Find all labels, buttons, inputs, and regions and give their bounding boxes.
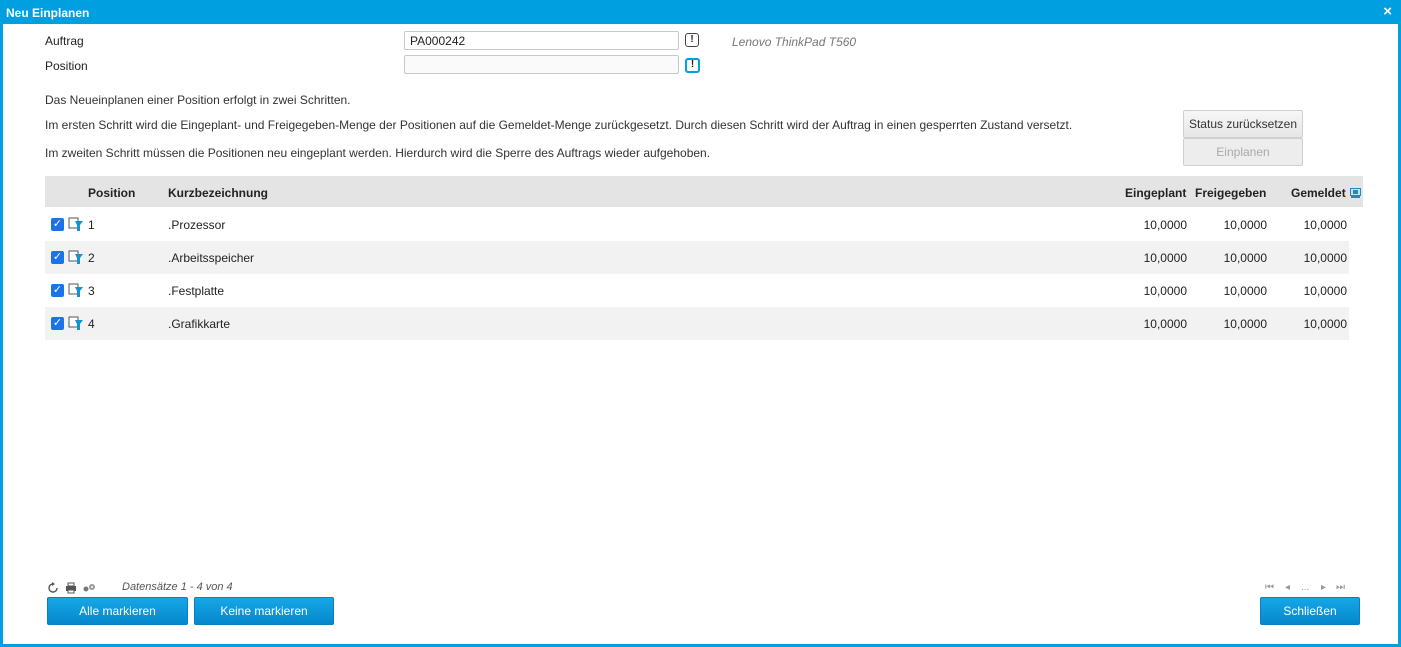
row-checkbox[interactable]: ✓ — [51, 317, 64, 330]
column-header-gemeldet[interactable]: Gemeldet — [1291, 186, 1346, 200]
cell-eingeplant: 10,0000 — [1143, 284, 1187, 298]
row-checkbox[interactable]: ✓ — [51, 251, 64, 264]
pager-last-icon[interactable]: ⏭ — [1336, 582, 1345, 593]
auftrag-field[interactable]: PA000242 — [404, 31, 679, 50]
print-icon[interactable] — [65, 582, 77, 594]
dialog-neu-einplanen: Neu Einplanen × Auftrag PA000242 ! Lenov… — [0, 0, 1401, 647]
info-line-3: Im zweiten Schritt müssen die Positionen… — [45, 146, 711, 160]
cell-freigegeben: 10,0000 — [1223, 251, 1267, 265]
position-required-icon[interactable]: ! — [685, 58, 700, 73]
auftrag-description: Lenovo ThinkPad T560 — [732, 35, 857, 49]
table-row[interactable]: ✓ 2 .Arbeitsspeicher 10,0000 10,0000 10,… — [45, 241, 1349, 274]
table-row[interactable]: ✓ 3 .Festplatte 10,0000 10,0000 10,0000 — [45, 274, 1349, 307]
table-row[interactable]: ✓ 1 .Prozessor 10,0000 10,0000 10,0000 — [45, 208, 1349, 241]
status-reset-button[interactable]: Status zurücksetzen — [1183, 110, 1303, 138]
cell-kurzbezeichnung: .Prozessor — [168, 218, 226, 232]
cell-kurzbezeichnung: .Arbeitsspeicher — [168, 251, 255, 265]
cell-position: 3 — [88, 284, 95, 298]
einplanen-button[interactable]: Einplanen — [1183, 138, 1303, 166]
pager-next-icon[interactable]: ▸ — [1321, 582, 1326, 593]
cell-freigegeben: 10,0000 — [1223, 218, 1267, 232]
column-chooser-icon[interactable] — [1350, 187, 1361, 198]
position-label: Position — [45, 59, 88, 73]
cell-freigegeben: 10,0000 — [1223, 284, 1267, 298]
cell-gemeldet: 10,0000 — [1303, 218, 1347, 232]
cell-freigegeben: 10,0000 — [1223, 317, 1267, 331]
row-checkbox[interactable]: ✓ — [51, 284, 64, 297]
cell-position: 4 — [88, 317, 95, 331]
column-header-eingeplant[interactable]: Eingeplant — [1125, 186, 1186, 200]
auftrag-label: Auftrag — [45, 34, 84, 48]
position-detail-icon[interactable] — [68, 315, 84, 331]
pager-prev-icon[interactable]: ◂ — [1285, 582, 1290, 593]
column-header-position[interactable]: Position — [88, 186, 135, 200]
record-count: Datensätze 1 - 4 von 4 — [122, 581, 233, 593]
info-line-1: Das Neueinplanen einer Position erfolgt … — [45, 93, 351, 107]
cell-position: 2 — [88, 251, 95, 265]
pager-page: ... — [1301, 582, 1310, 593]
position-detail-icon[interactable] — [68, 282, 84, 298]
close-button[interactable]: Schließen — [1260, 597, 1360, 625]
table-header: Position Kurzbezeichnung Eingeplant Frei… — [45, 176, 1363, 207]
cell-gemeldet: 10,0000 — [1303, 317, 1347, 331]
info-line-2: Im ersten Schritt wird die Eingeplant- u… — [45, 118, 1073, 132]
settings-icon[interactable] — [82, 582, 96, 594]
pager-first-icon[interactable]: ⏮ — [1265, 582, 1274, 593]
position-field[interactable] — [404, 55, 679, 74]
cell-kurzbezeichnung: .Grafikkarte — [168, 317, 231, 331]
select-all-button[interactable]: Alle markieren — [47, 597, 188, 625]
close-icon[interactable]: × — [1383, 3, 1392, 20]
position-detail-icon[interactable] — [68, 216, 84, 232]
position-detail-icon[interactable] — [68, 249, 84, 265]
dialog-titlebar: Neu Einplanen × — [3, 0, 1398, 24]
cell-gemeldet: 10,0000 — [1303, 251, 1347, 265]
column-header-freigegeben[interactable]: Freigegeben — [1195, 186, 1266, 200]
table-row[interactable]: ✓ 4 .Grafikkarte 10,0000 10,0000 10,0000 — [45, 307, 1349, 340]
dialog-title: Neu Einplanen — [6, 6, 90, 20]
cell-eingeplant: 10,0000 — [1143, 317, 1187, 331]
row-checkbox[interactable]: ✓ — [51, 218, 64, 231]
column-header-kurzbezeichnung[interactable]: Kurzbezeichnung — [168, 186, 268, 200]
cell-position: 1 — [88, 218, 95, 232]
cell-gemeldet: 10,0000 — [1303, 284, 1347, 298]
refresh-icon[interactable] — [47, 582, 59, 594]
auftrag-required-icon[interactable]: ! — [685, 33, 699, 47]
select-none-button[interactable]: Keine markieren — [194, 597, 334, 625]
cell-eingeplant: 10,0000 — [1143, 218, 1187, 232]
cell-eingeplant: 10,0000 — [1143, 251, 1187, 265]
cell-kurzbezeichnung: .Festplatte — [168, 284, 225, 298]
